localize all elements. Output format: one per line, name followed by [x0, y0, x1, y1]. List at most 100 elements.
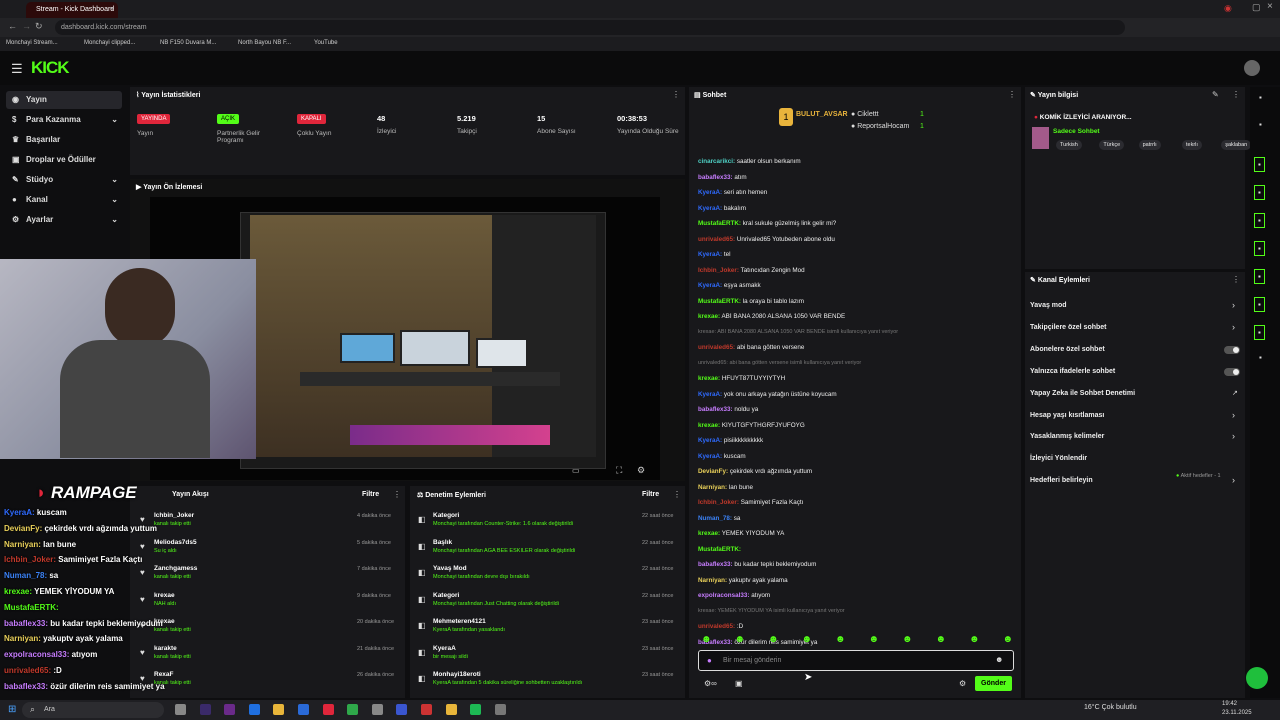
sidebar-item-droplar[interactable]: ▣ Droplar ve Ödüller	[6, 151, 122, 169]
taskbar-app-icon[interactable]	[396, 704, 408, 715]
chat-message[interactable]: krexae: ABİ BANA 2080 ALSANA 1050 VAR BE…	[698, 329, 1018, 335]
taskbar-app-icon[interactable]	[470, 704, 482, 715]
emote-icon[interactable]: ☻	[869, 634, 880, 645]
chat-message[interactable]: Ichbin_Joker: Tatıncıdan Zengin Mod	[698, 267, 1018, 274]
chat-message[interactable]: KyeraA: seri atın hemen	[698, 189, 1018, 196]
fullscreen-icon[interactable]: ⛶	[616, 465, 622, 476]
wrench-icon[interactable]: ▪	[1254, 325, 1265, 340]
chat-message[interactable]: babaflex33: noldu ya	[698, 406, 1018, 413]
chat-message[interactable]: KyeraA: bakalım	[698, 205, 1018, 212]
chat-username[interactable]: MustafaERTK:	[698, 298, 741, 305]
chat-icon[interactable]: ▪	[1254, 241, 1265, 256]
top-user[interactable]: ● Ciklettt	[851, 111, 879, 118]
card-icon[interactable]: ▪	[1254, 213, 1265, 228]
send-button[interactable]: Gönder	[975, 676, 1012, 691]
taskbar-app-icon[interactable]	[248, 704, 260, 715]
chat-username[interactable]: unrivaled65:	[698, 236, 735, 243]
tag-chip[interactable]: Türkçe	[1099, 140, 1125, 150]
chat-username[interactable]: Narniyan:	[698, 577, 727, 584]
more-icon[interactable]: ⋮	[672, 90, 680, 99]
chat-message[interactable]: KyeraA: eşya asmakk	[698, 282, 1018, 289]
taskbar-app-icon[interactable]	[494, 704, 506, 715]
taskbar-app-icon[interactable]	[175, 704, 186, 715]
sidebar-item-ayarlar[interactable]: ⚙ Ayarlar ⌄	[6, 211, 122, 229]
emote-icon[interactable]: ☻	[735, 634, 746, 645]
chat-message[interactable]: KyeraA: tel	[698, 251, 1018, 258]
taskbar-app-icon[interactable]	[298, 704, 309, 715]
search-box[interactable]: ⌕ Ara	[22, 702, 164, 718]
users-icon[interactable]: ▪	[1259, 353, 1262, 362]
emote-icon[interactable]: ☻	[902, 634, 913, 645]
chat-message[interactable]: MustafaERTK:	[698, 546, 1018, 553]
chat-username[interactable]: Ichbin_Joker:	[698, 499, 739, 506]
chat-message[interactable]: krexae: HFUYT87TUYYIYTYH	[698, 375, 1018, 382]
gear-icon[interactable]: ⚙	[637, 465, 645, 476]
chat-message[interactable]: krexae: ABİ BANA 2080 ALSANA 1050 VAR BE…	[698, 313, 1018, 320]
chat-settings-icon[interactable]: ⚙	[959, 679, 966, 688]
sidebar-item-yayin[interactable]: ◉ Yayın	[6, 91, 122, 109]
chat-username[interactable]: babaflex33:	[698, 406, 733, 413]
channel-action-item[interactable]: Yalnızca ifadelerle sohbet	[1030, 368, 1115, 375]
more-icon[interactable]: ⋮	[1232, 275, 1240, 284]
chat-message[interactable]: unrivaled65: Unrivaled65 Yotubeden abone…	[698, 236, 1018, 243]
swap-icon[interactable]: ▪	[1254, 269, 1265, 284]
activity-item[interactable]: Zanchgamess kanalı takip etti	[154, 565, 197, 580]
chat-message[interactable]: Numan_78: sa	[698, 515, 1018, 522]
chat-username[interactable]: KyeraA:	[698, 437, 722, 444]
chat-message[interactable]: MustafaERTK: la oraya bi tablo lazım	[698, 298, 1018, 305]
chat-message[interactable]: unrivaled65: abi bana götten versene	[698, 344, 1018, 351]
channel-action-item[interactable]: Abonelere özel sohbet	[1030, 346, 1105, 353]
more-icon[interactable]: ⋮	[1232, 90, 1240, 99]
forward-icon[interactable]: →	[22, 21, 31, 31]
window-close-icon[interactable]: ×	[1267, 1, 1273, 12]
channel-action-item[interactable]: İzleyici Yönlendir	[1030, 455, 1087, 462]
chat-username[interactable]: KyeraA:	[698, 189, 722, 196]
channel-action-item[interactable]: Yavaş mod	[1030, 302, 1067, 309]
activity-filter-button[interactable]: Filtre	[362, 491, 379, 498]
moderation-item[interactable]: Kategori Monchayi tarafından Just Chattin…	[433, 592, 633, 607]
chat-username[interactable]: unrivaled65:	[698, 623, 735, 630]
more-icon[interactable]: ⋮	[393, 490, 401, 499]
emote-icon[interactable]: ☻	[768, 634, 779, 645]
layers-icon[interactable]: ▪	[1254, 297, 1265, 312]
channel-action-item[interactable]: Hedefleri belirleyin	[1030, 477, 1093, 484]
chat-username[interactable]: krexae:	[698, 422, 720, 429]
menu-icon[interactable]: ☰	[11, 61, 23, 77]
chat-username[interactable]: krexae:	[698, 375, 720, 382]
browser-tab[interactable]: Stream - Kick Dashboard ×	[26, 2, 118, 18]
chat-message[interactable]: KyeraA: yok onu arkaya yatağın üstüne ko…	[698, 391, 1018, 398]
bookmark[interactable]: North Bayou NB F...	[238, 40, 291, 46]
tag-chip[interactable]: Turkish	[1056, 140, 1082, 150]
taskbar-app-icon[interactable]	[322, 704, 334, 715]
channel-action-item[interactable]: Yasaklanmış kelimeler	[1030, 433, 1104, 440]
chat-username[interactable]: expolraconsal33:	[698, 592, 749, 599]
address-bar[interactable]: dashboard.kick.com/stream	[55, 20, 1125, 35]
moderation-item[interactable]: Monhayi18eroti KyeraA tarafından 5 dakika…	[433, 671, 633, 686]
bookmark[interactable]: YouTube	[314, 40, 338, 46]
edit-icon[interactable]: ✎	[1212, 90, 1219, 99]
emote-icon[interactable]: ☻	[701, 634, 712, 645]
mic-icon[interactable]: ●	[707, 656, 712, 665]
chat-message[interactable]: KyeraA: pisiikkkkkkkkk	[698, 437, 1018, 444]
chevron-right-icon[interactable]: ›	[1232, 410, 1235, 420]
close-tab-icon[interactable]: ×	[110, 2, 114, 18]
emote-icon[interactable]: ☻	[802, 634, 813, 645]
grid-icon[interactable]: ▪	[1254, 157, 1265, 172]
reload-icon[interactable]: ↻	[35, 21, 43, 32]
kick-logo[interactable]: KICK	[31, 58, 70, 78]
chat-message[interactable]: Ichbin_Joker: Samimiyet Fazla Kaçtı	[698, 499, 1018, 506]
chat-username[interactable]: KyeraA:	[698, 251, 722, 258]
moderation-item[interactable]: Başlık Monchayi tarafından AGA BEE ESKİLE…	[433, 539, 633, 554]
back-icon[interactable]: ←	[8, 21, 17, 31]
chat-username[interactable]: babaflex33:	[698, 561, 733, 568]
top-user[interactable]: ● ReportsalHocam	[851, 123, 909, 130]
bookmark[interactable]: Monchayi Stream...	[6, 40, 58, 46]
tag-chip[interactable]: tekrlı	[1182, 140, 1202, 150]
support-button[interactable]	[1246, 667, 1268, 689]
chat-message[interactable]: cinarcarikci: saatler olsun berkanım	[698, 158, 1018, 165]
emote-icon[interactable]: ☻	[936, 634, 947, 645]
chat-message[interactable]: krexae: YEMEK YİYODUM YA isimli kullanıc…	[698, 608, 1018, 614]
chat-message[interactable]: krexae: YEMEK YİYODUM YA	[698, 530, 1018, 537]
bookmark[interactable]: Monchayi clipped...	[84, 40, 135, 46]
channel-action-item[interactable]: Takipçilere özel sohbet	[1030, 324, 1107, 331]
